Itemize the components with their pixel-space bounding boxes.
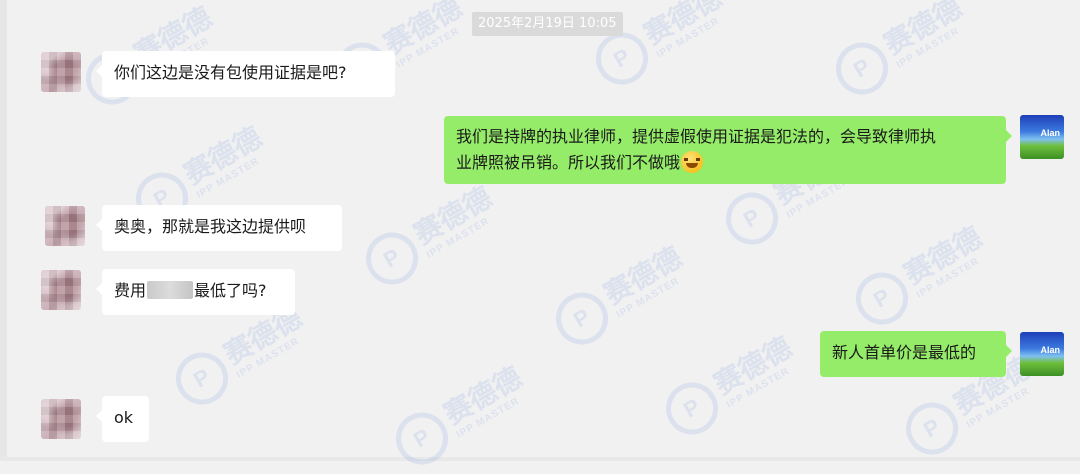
message-timestamp: 2025年2月19日 10:05: [472, 12, 623, 36]
watermark: P 赛德德IPP MASTER: [846, 218, 996, 335]
contact-avatar[interactable]: [45, 206, 85, 246]
message-text-line: 业牌照被吊销。所以我们不做哦: [456, 153, 681, 172]
contact-avatar[interactable]: [41, 52, 81, 92]
window-bottom-edge: [0, 457, 1080, 461]
message-text-line: 我们是持牌的执业律师，提供虚假使用证据是犯法的，会导致律师执: [456, 127, 937, 146]
message-text: 你们这边是没有包使用证据是吧?: [114, 63, 347, 82]
avatar-label: Alan: [1040, 128, 1060, 138]
self-avatar[interactable]: Alan: [1020, 332, 1064, 376]
message-bubble-sent[interactable]: 新人首单价是最低的: [820, 331, 1012, 377]
avatar-label: Alan: [1040, 345, 1060, 355]
watermark: P 赛德德IPP MASTER: [356, 178, 506, 295]
message-text: ok: [114, 408, 134, 427]
watermark: P 赛德德IPP MASTER: [656, 328, 806, 445]
contact-avatar[interactable]: [41, 270, 81, 310]
redacted-mask: [147, 281, 194, 299]
rofl-emoji-icon: [681, 151, 704, 173]
message-bubble-received[interactable]: ok: [96, 396, 149, 442]
watermark: P 赛德德IPP MASTER: [166, 298, 316, 415]
message-text-before: 费用: [114, 281, 147, 300]
message-bubble-received[interactable]: 费用 最低了吗?: [96, 269, 295, 315]
contact-avatar[interactable]: [41, 399, 81, 439]
message-bubble-received[interactable]: 奥奥，那就是我这边提供呗: [96, 205, 342, 251]
watermark: P 赛德德IPP MASTER: [546, 238, 696, 355]
self-avatar[interactable]: Alan: [1020, 115, 1064, 159]
message-text: 奥奥，那就是我这边提供呗: [114, 217, 307, 236]
message-bubble-received[interactable]: 你们这边是没有包使用证据是吧?: [96, 51, 395, 97]
watermark: P 赛德德IPP MASTER: [826, 0, 976, 105]
message-text: 新人首单价是最低的: [832, 343, 977, 362]
window-edge: [0, 0, 7, 461]
message-bubble-sent[interactable]: 我们是持牌的执业律师，提供虚假使用证据是犯法的，会导致律师执 业牌照被吊销。所以…: [444, 116, 1012, 184]
message-text-after: 最低了吗?: [194, 281, 267, 300]
